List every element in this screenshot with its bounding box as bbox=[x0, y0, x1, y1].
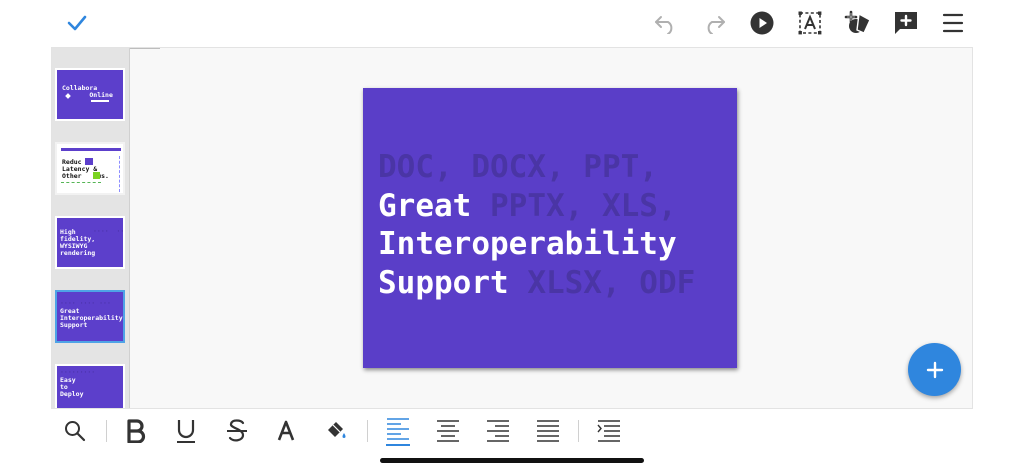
add-slide-button[interactable] bbox=[908, 343, 961, 396]
thumbnail-decoration bbox=[61, 182, 101, 183]
slide-sorter-panel[interactable]: Collabora Online Reduc ed Latency & Othe… bbox=[52, 48, 130, 408]
list-icon[interactable] bbox=[591, 413, 627, 449]
current-slide[interactable]: DOC, DOCX, PPT, Great PPTX, XLS, Interop… bbox=[363, 88, 737, 368]
redo-icon[interactable] bbox=[697, 6, 731, 40]
toolbar-separator bbox=[367, 420, 368, 442]
bottom-format-toolbar bbox=[0, 410, 1024, 454]
thumbnail-ghost-text: ········· bbox=[60, 368, 96, 376]
thumbnail-decoration bbox=[85, 158, 93, 165]
plus-icon bbox=[926, 361, 943, 378]
home-indicator bbox=[380, 458, 644, 463]
thumbnail-decoration bbox=[93, 172, 100, 179]
strikethrough-icon[interactable] bbox=[219, 413, 255, 449]
align-center-icon[interactable] bbox=[430, 413, 466, 449]
align-left-icon[interactable] bbox=[380, 413, 416, 449]
add-comment-icon[interactable] bbox=[889, 6, 923, 40]
thumbnail-text: Other ws. bbox=[62, 172, 109, 180]
bold-icon[interactable] bbox=[118, 413, 154, 449]
thumbnail-text: rendering bbox=[60, 249, 96, 257]
slide-ghost-text: DOC, DOCX, PPT, bbox=[378, 149, 658, 185]
slide-thumbnail-3[interactable]: ···· ·· High fidelity, WYSIWYG rendering bbox=[55, 216, 125, 269]
font-color-icon[interactable] bbox=[268, 413, 304, 449]
slide-ghost-text: PPTX, XLS, bbox=[471, 187, 677, 224]
search-icon[interactable] bbox=[57, 413, 93, 449]
thumbnail-text: Support bbox=[60, 321, 88, 329]
top-toolbar bbox=[0, 0, 1024, 46]
check-icon[interactable] bbox=[60, 6, 94, 40]
thumbnail-decoration bbox=[91, 100, 109, 102]
slide-thumbnail-2[interactable]: Reduc ed Latency & Other ws. bbox=[55, 142, 125, 195]
slide-title-text: Great bbox=[378, 187, 472, 224]
underline-icon[interactable] bbox=[168, 413, 204, 449]
thumbnail-text: Deploy bbox=[60, 390, 84, 398]
thumbnail-ghost-text: ···· ···· ··· bbox=[60, 299, 111, 307]
undo-icon[interactable] bbox=[649, 6, 683, 40]
slide-thumbnail-4[interactable]: ···· ···· ··· Great Interoperability Sup… bbox=[55, 290, 125, 343]
document-workspace: Collabora Online Reduc ed Latency & Othe… bbox=[51, 47, 973, 409]
text-box-icon[interactable] bbox=[793, 6, 827, 40]
slide-title-text: Interoperability bbox=[378, 226, 677, 262]
slide-thumbnail-1[interactable]: Collabora Online bbox=[55, 68, 125, 121]
toolbar-separator bbox=[106, 420, 107, 442]
thumbnail-decoration bbox=[61, 148, 121, 151]
slide-thumbnail-5[interactable]: ········· Easy to Deploy bbox=[55, 364, 125, 408]
insert-shape-icon[interactable] bbox=[841, 6, 875, 40]
panel-divider bbox=[130, 48, 160, 49]
play-icon[interactable] bbox=[745, 6, 779, 40]
slide-ghost-text: XLSX, ODF bbox=[508, 264, 696, 301]
menu-icon[interactable] bbox=[936, 6, 970, 40]
align-right-icon[interactable] bbox=[480, 413, 516, 449]
thumbnail-decoration bbox=[119, 156, 120, 192]
justify-icon[interactable] bbox=[530, 413, 566, 449]
slide-title-text: Support bbox=[378, 264, 509, 301]
toolbar-separator bbox=[578, 420, 579, 442]
highlight-icon[interactable] bbox=[318, 413, 354, 449]
slide-text-box[interactable]: DOC, DOCX, PPT, Great PPTX, XLS, Interop… bbox=[378, 148, 737, 302]
thumbnail-ghost-text: ···· ·· bbox=[93, 227, 125, 235]
impress-editor: Collabora Online Reduc ed Latency & Othe… bbox=[0, 0, 1024, 473]
